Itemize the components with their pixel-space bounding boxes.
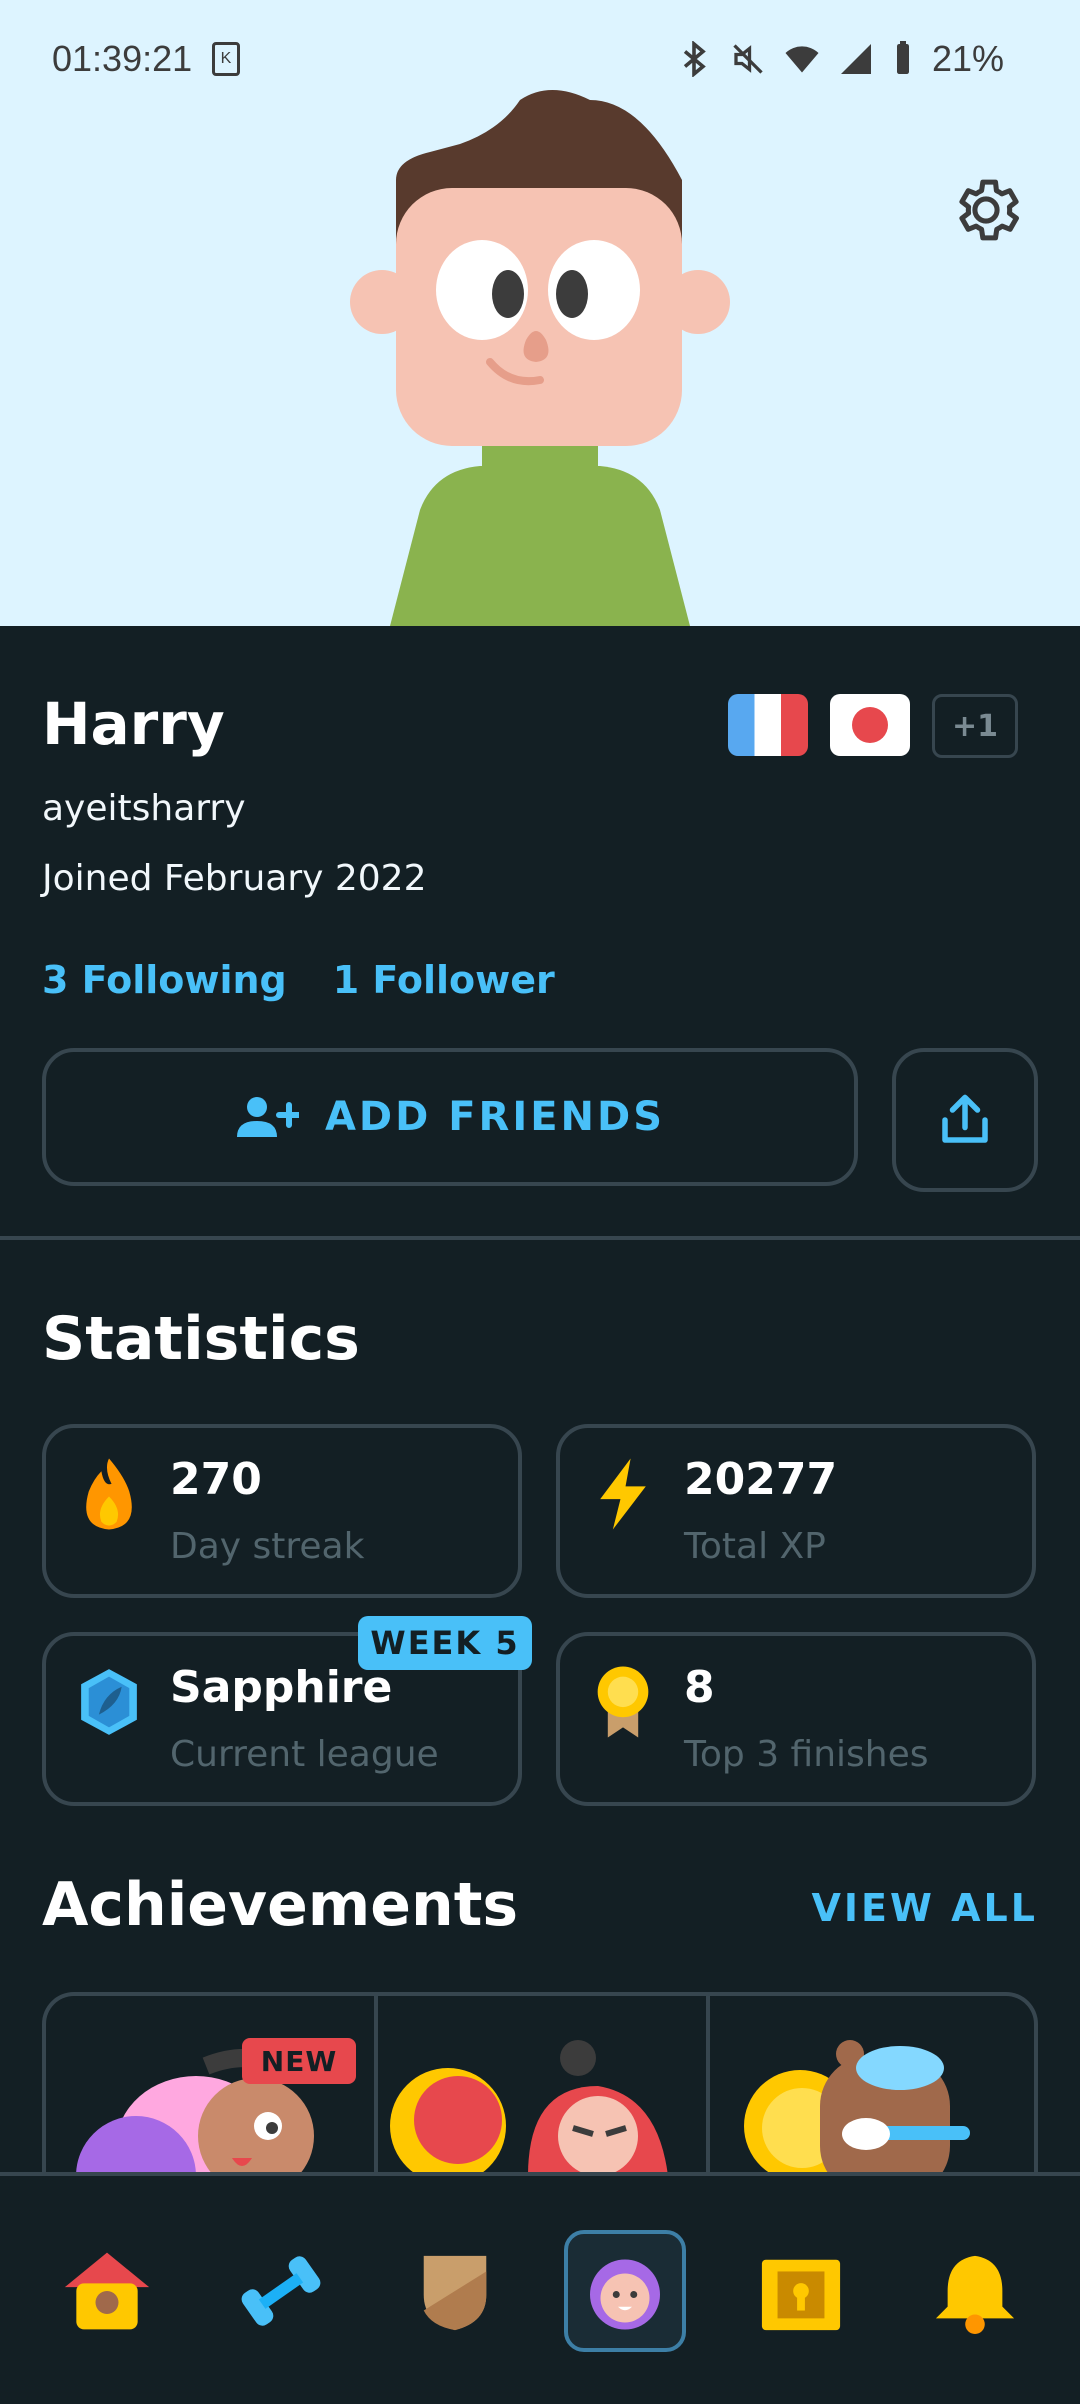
following-link[interactable]: 3 Following — [42, 958, 287, 1002]
top3-value: 8 — [684, 1662, 715, 1713]
profile-hero: 01:39:21 K 21% — [0, 0, 1080, 626]
nav-home[interactable] — [46, 2230, 168, 2352]
top3-card: 8 Top 3 finishes — [556, 1632, 1036, 1806]
top3-label: Top 3 finishes — [684, 1734, 929, 1775]
joined-date: Joined February 2022 — [42, 858, 427, 899]
streak-value: 270 — [170, 1454, 262, 1505]
nav-practice[interactable] — [220, 2230, 342, 2352]
lightning-icon — [600, 1458, 646, 1530]
achievement-illustration-icon — [390, 2040, 668, 2174]
achievements-row[interactable]: NEW — [42, 1992, 1038, 2174]
new-badge: NEW — [242, 2038, 356, 2084]
add-friends-label: ADD FRIENDS — [324, 1094, 666, 1140]
league-label: Current league — [170, 1734, 439, 1775]
nav-profile[interactable] — [564, 2230, 686, 2352]
course-flags[interactable]: +1 — [728, 694, 1018, 758]
sim-card-icon: K — [212, 42, 240, 76]
bottom-navigation — [0, 2172, 1080, 2404]
cell-signal-icon — [840, 44, 871, 74]
status-time: 01:39:21 — [52, 38, 193, 79]
add-friends-button[interactable]: ADD FRIENDS — [42, 1048, 858, 1186]
league-value: Sapphire — [170, 1662, 393, 1713]
achievement-illustration-icon — [76, 2049, 314, 2174]
followers-link[interactable]: 1 Follower — [333, 958, 555, 1002]
share-icon — [942, 1094, 988, 1143]
battery-percent: 21% — [931, 38, 1004, 79]
share-profile-button[interactable] — [892, 1048, 1038, 1192]
section-divider — [0, 1236, 1080, 1240]
streak-label: Day streak — [170, 1526, 365, 1567]
more-courses-badge[interactable]: +1 — [932, 694, 1018, 758]
achievements-heading: Achievements — [42, 1870, 519, 1940]
mute-icon — [733, 44, 763, 74]
achievement-item[interactable] — [378, 1996, 710, 2174]
xp-value: 20277 — [684, 1454, 838, 1505]
status-bar: 01:39:21 K 21% — [0, 30, 1080, 90]
statistics-heading: Statistics — [42, 1304, 360, 1374]
achievement-item[interactable] — [710, 1996, 1034, 2174]
add-person-icon — [236, 1097, 299, 1137]
achievement-item[interactable]: NEW — [46, 1996, 378, 2174]
japan-flag-icon[interactable] — [830, 694, 910, 756]
display-name: Harry — [42, 690, 225, 758]
gold-medal-icon — [597, 1666, 649, 1738]
battery-icon — [896, 41, 909, 74]
view-all-achievements-link[interactable]: VIEW ALL — [812, 1886, 1039, 1930]
fire-icon — [86, 1458, 132, 1530]
league-shield-icon — [423, 2255, 487, 2331]
user-avatar-illustration — [350, 90, 730, 626]
bluetooth-icon — [683, 41, 706, 77]
settings-gear-icon[interactable] — [948, 172, 1024, 248]
bell-icon — [935, 2255, 1015, 2334]
xp-card: 20277 Total XP — [556, 1424, 1036, 1598]
home-icon — [64, 2252, 150, 2330]
wifi-icon — [785, 46, 819, 73]
profile-avatar-icon — [590, 2259, 660, 2330]
username: ayeitsharry — [42, 788, 246, 829]
nav-leagues[interactable] — [394, 2230, 516, 2352]
nav-notifications[interactable] — [914, 2230, 1036, 2352]
france-flag-icon[interactable] — [728, 694, 808, 756]
achievement-illustration-icon — [744, 2040, 970, 2174]
dumbbell-icon — [241, 2256, 321, 2326]
sapphire-league-icon — [81, 1669, 137, 1735]
treasure-chest-icon — [761, 2259, 841, 2331]
week-badge: WEEK 5 — [358, 1616, 532, 1670]
streak-card: 270 Day streak — [42, 1424, 522, 1598]
xp-label: Total XP — [684, 1526, 826, 1567]
nav-shop[interactable] — [740, 2230, 862, 2352]
